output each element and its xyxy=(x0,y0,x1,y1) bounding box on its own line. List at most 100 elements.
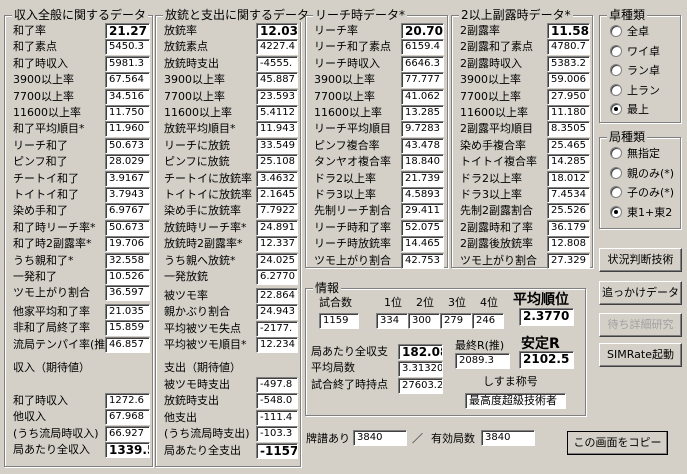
furo-value: 59.006 xyxy=(547,72,590,89)
dealin-extra-value: 22.864 xyxy=(256,288,298,304)
dealin-extra-value: 12.234 xyxy=(256,337,298,354)
income-row: 和了平均順目* 11.960 xyxy=(13,121,150,138)
income-expected-value: 1272.6 xyxy=(105,393,150,409)
income-row: 和了率 21.27 xyxy=(13,23,150,39)
dealin-row: 放銃率 12.03 xyxy=(164,23,298,39)
furo-row: 2副露率 11.58 xyxy=(460,23,590,39)
wait-research-label: 待ち詳細研究 xyxy=(607,318,674,331)
simrate-button[interactable]: SIMRate起動 xyxy=(599,343,682,367)
riichi-label: タンヤオ複合率 xyxy=(314,155,391,169)
furo-row: 11600以上率 11.180 xyxy=(460,105,590,121)
table-type-option-label: 全卓 xyxy=(627,25,649,38)
round-type-option-0[interactable]: 無指定 xyxy=(610,146,660,162)
chase-data-button[interactable]: 追っかけデータ xyxy=(599,281,682,305)
dealin-value: 12.03 xyxy=(256,23,298,39)
furo-value: 11.58 xyxy=(547,23,590,39)
dealin-expected-row: (うち流局時支出) -103.3 xyxy=(164,426,298,443)
income-value: 21.27 xyxy=(105,23,150,39)
income-label: 和了時リーチ率* xyxy=(13,220,96,234)
avg-rank-value: 2.3770 xyxy=(519,308,574,326)
furo-row: 染め手複合率 25.465 xyxy=(460,137,590,154)
income-group: 収入全般に関するデータ 和了率 21.27 和了素点 5450.3 和了時収入 5981.… xyxy=(4,8,153,467)
furo-value: 7.4534 xyxy=(547,187,590,203)
income-label: ピンフ和了 xyxy=(13,155,68,169)
place-value-1: 334 xyxy=(376,313,408,329)
dealin-expected-title: 支出（期待値） xyxy=(164,361,241,374)
dealin-expected-row: 局あたり全支出 -1157. xyxy=(164,442,298,459)
riichi-value: 43.478 xyxy=(401,137,444,154)
furo-value: 27.950 xyxy=(547,88,590,105)
final-points-value: 27603.2 xyxy=(398,378,443,394)
income-label: トイトイ和了 xyxy=(13,188,79,201)
income-value: 3.9167 xyxy=(105,170,150,187)
table-type-option-4[interactable]: 最上 xyxy=(610,102,649,118)
dealin-label: チートイに放銃率 xyxy=(164,171,252,185)
haifu-label: 牌譜あり xyxy=(306,432,350,445)
radio-circle-icon[interactable] xyxy=(610,64,622,76)
dealin-label: うち親へ放銃* xyxy=(164,253,236,267)
radio-circle-icon[interactable] xyxy=(610,83,622,96)
round-type-option-3[interactable]: 東1+東2 xyxy=(610,205,672,221)
income-value: 36.597 xyxy=(105,285,150,302)
riichi-row: リーチ平均順目 9.7283 xyxy=(314,121,444,138)
radio-circle-icon[interactable] xyxy=(610,205,622,218)
riichi-row: 3900以上率 77.777 xyxy=(314,72,444,89)
final-points-label: 試合終了時持点 xyxy=(311,378,388,391)
place-value-3: 279 xyxy=(440,313,472,329)
riichi-row: リーチ和了素点 6159.4 xyxy=(314,39,444,56)
radio-circle-icon[interactable] xyxy=(610,103,622,115)
riichi-label: ドラ3以上率 xyxy=(314,188,376,201)
income-label: 和了率 xyxy=(13,24,46,37)
income-expected-row: 他収入 67.968 xyxy=(13,409,150,426)
radio-circle-icon[interactable] xyxy=(610,186,622,198)
place-label-2: 2位 xyxy=(416,296,434,309)
round-type-title: 局種類 xyxy=(607,130,648,144)
radio-circle-icon[interactable] xyxy=(610,147,622,159)
furo-value: 27.329 xyxy=(547,252,590,269)
income-label: 和了時収入 xyxy=(13,56,68,70)
table-type-option-0[interactable]: 全卓 xyxy=(610,24,649,40)
income-expected-row: (うち流局時収入) 66.927 xyxy=(13,425,150,442)
title-label: しすま称号 xyxy=(483,375,538,388)
info-group-title: 情報 xyxy=(313,281,342,295)
income-expected-title: 収入（期待値） xyxy=(13,361,90,374)
riichi-value: 42.753 xyxy=(401,252,444,269)
radio-circle-icon[interactable] xyxy=(610,166,622,179)
income-row: 一発和了 10.526 xyxy=(13,269,150,285)
dealin-value: 11.943 xyxy=(256,121,298,138)
income-row: トイトイ和了 3.7943 xyxy=(13,187,150,203)
table-type-option-2[interactable]: ラン卓 xyxy=(610,63,660,79)
table-type-option-1[interactable]: ワイ卓 xyxy=(610,44,660,60)
riichi-value: 41.062 xyxy=(401,88,444,105)
situation-button[interactable]: 状況判断技術 xyxy=(599,248,682,272)
haifu-value: 3840 xyxy=(353,430,407,446)
furo-label: トイトイ複合率 xyxy=(460,155,537,169)
income-expected-value: 67.968 xyxy=(105,409,150,426)
stable-r-value: 2102.5 xyxy=(519,351,574,369)
furo-group-title: 2以上副露時データ* xyxy=(459,8,573,22)
income-expected-label: 局あたり全収入 xyxy=(13,443,90,457)
radio-circle-icon[interactable] xyxy=(610,25,622,37)
dealin-expected-row: 放銃時支出 -548.0 xyxy=(164,393,298,410)
riichi-label: ピンフ複合率 xyxy=(314,138,380,152)
income-value: 50.673 xyxy=(105,137,150,154)
table-type-option-3[interactable]: 上ラン xyxy=(610,83,660,99)
radio-circle-icon[interactable] xyxy=(610,44,622,57)
furo-label: 2副露時収入 xyxy=(460,56,522,70)
dealin-row: リーチに放銃 33.549 xyxy=(164,137,298,154)
furo-row: ドラ3以上率 7.4534 xyxy=(460,187,590,203)
dealin-group: 放銃と支出に関するデータ 放銃率 12.03 放銃素点 4227.4 放銃時支出 -455… xyxy=(155,8,312,467)
dealin-row: 一発放銃 6.2770 xyxy=(164,269,298,285)
income-value: 67.564 xyxy=(105,72,150,89)
place-value-4: 246 xyxy=(472,313,504,329)
copy-screen-button[interactable]: この画面をコピー xyxy=(567,431,668,455)
income-expected-value: 1339.5 xyxy=(105,442,150,459)
dealin-value: 24.025 xyxy=(256,252,298,269)
round-type-option-1[interactable]: 親のみ(*) xyxy=(610,166,674,182)
valid-rounds-value: 3840 xyxy=(481,430,535,446)
furo-row: 先制2副露割合 25.526 xyxy=(460,203,590,220)
furo-row: 2副露時収入 5383.2 xyxy=(460,55,590,72)
income-row: 3900以上率 67.564 xyxy=(13,72,150,89)
round-type-option-2[interactable]: 子のみ(*) xyxy=(610,185,674,201)
round-type-option-label: 親のみ(*) xyxy=(627,166,675,180)
